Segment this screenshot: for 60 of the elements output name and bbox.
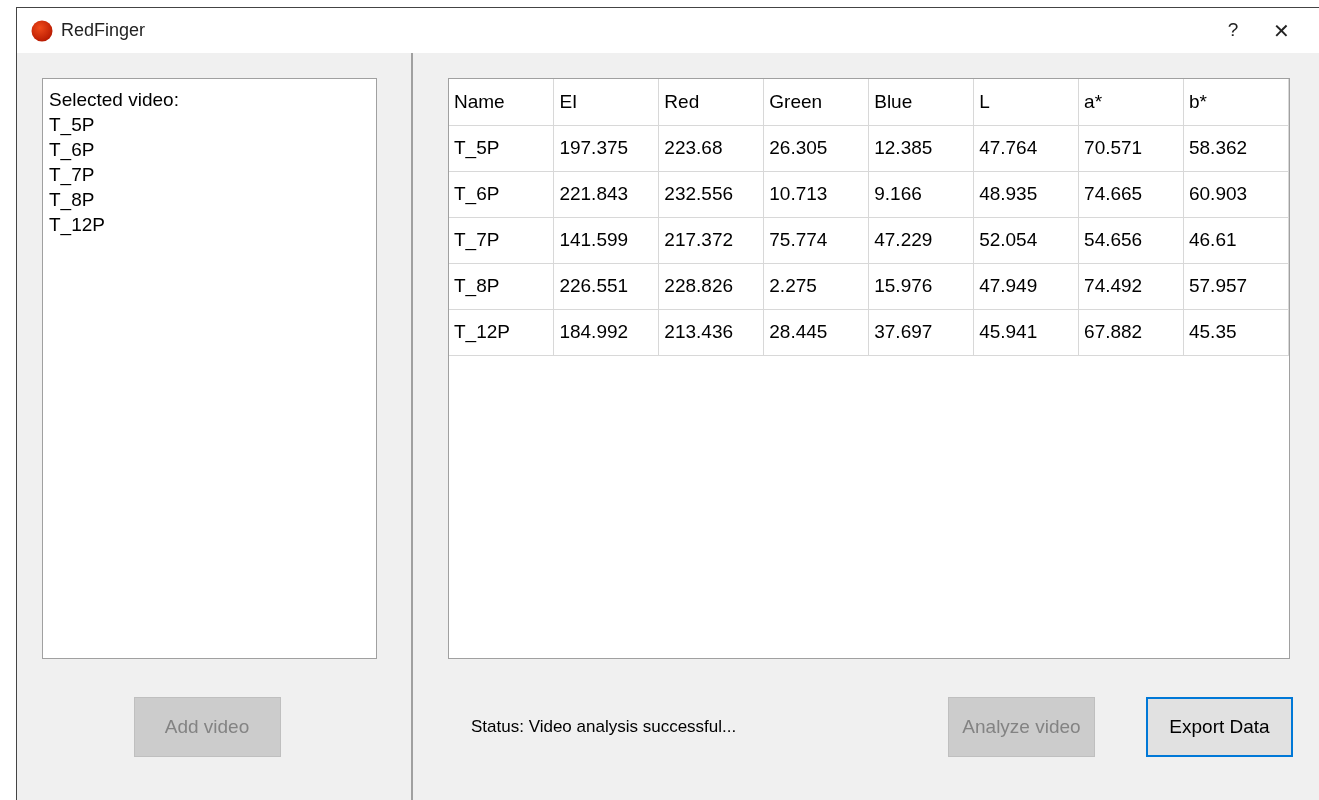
help-button[interactable]: ? xyxy=(1213,16,1253,45)
table-cell: 52.054 xyxy=(973,217,1079,263)
table-cell: 70.571 xyxy=(1078,125,1184,171)
video-item[interactable]: T_8P xyxy=(49,187,370,212)
table-cell: 9.166 xyxy=(868,171,974,217)
table-cell: 10.713 xyxy=(763,171,869,217)
video-item[interactable]: T_12P xyxy=(49,212,370,237)
table-cell: 184.992 xyxy=(553,309,659,355)
table-cell: 54.656 xyxy=(1078,217,1184,263)
video-item[interactable]: T_6P xyxy=(49,137,370,162)
table-cell: 37.697 xyxy=(868,309,974,355)
table-cell: 228.826 xyxy=(658,263,764,309)
close-button[interactable]: ✕ xyxy=(1253,15,1309,46)
table-cell: 48.935 xyxy=(973,171,1079,217)
export-button[interactable]: Export Data xyxy=(1146,697,1293,757)
column-header[interactable]: EI xyxy=(553,79,659,125)
status-text: Status: Video analysis successful... xyxy=(471,716,737,739)
table-cell: 58.362 xyxy=(1183,125,1289,171)
table-cell: 57.957 xyxy=(1183,263,1289,309)
table-cell: 74.665 xyxy=(1078,171,1184,217)
table-cell: 46.61 xyxy=(1183,217,1289,263)
table-cell: 217.372 xyxy=(658,217,764,263)
window-title: RedFinger xyxy=(61,19,146,42)
table-cell: T_8P xyxy=(449,263,554,309)
table-cell: 26.305 xyxy=(763,125,869,171)
column-header[interactable]: a* xyxy=(1078,79,1184,125)
table-cell: 2.275 xyxy=(763,263,869,309)
table-cell: 232.556 xyxy=(658,171,764,217)
table-cell: 15.976 xyxy=(868,263,974,309)
column-header[interactable]: Name xyxy=(449,79,554,125)
table-cell: 141.599 xyxy=(553,217,659,263)
column-header[interactable]: b* xyxy=(1183,79,1289,125)
table-cell: 45.941 xyxy=(973,309,1079,355)
table-cell: 74.492 xyxy=(1078,263,1184,309)
table-cell: 60.903 xyxy=(1183,171,1289,217)
table-cell: 213.436 xyxy=(658,309,764,355)
table-cell: 28.445 xyxy=(763,309,869,355)
table-cell: 221.843 xyxy=(553,171,659,217)
app-icon xyxy=(31,19,53,42)
video-item[interactable]: T_7P xyxy=(49,162,370,187)
column-header[interactable]: Green xyxy=(763,79,869,125)
table-cell: T_5P xyxy=(449,125,554,171)
column-header[interactable]: Red xyxy=(658,79,764,125)
table-cell: 12.385 xyxy=(868,125,974,171)
table-cell: T_7P xyxy=(449,217,554,263)
column-header[interactable]: Blue xyxy=(868,79,974,125)
table-cell: 197.375 xyxy=(553,125,659,171)
table-cell: 75.774 xyxy=(763,217,869,263)
table-cell: 67.882 xyxy=(1078,309,1184,355)
table-cell: 223.68 xyxy=(658,125,764,171)
video-item[interactable]: T_5P xyxy=(49,112,370,137)
table-cell: T_12P xyxy=(449,309,554,355)
table-cell: 47.229 xyxy=(868,217,974,263)
table-cell: T_6P xyxy=(449,171,554,217)
table-cell: 45.35 xyxy=(1183,309,1289,355)
table-cell: 47.949 xyxy=(973,263,1079,309)
table-cell: 47.764 xyxy=(973,125,1079,171)
table-cell: 226.551 xyxy=(553,263,659,309)
column-header[interactable]: L xyxy=(973,79,1079,125)
list-heading: Selected video: xyxy=(49,88,180,112)
